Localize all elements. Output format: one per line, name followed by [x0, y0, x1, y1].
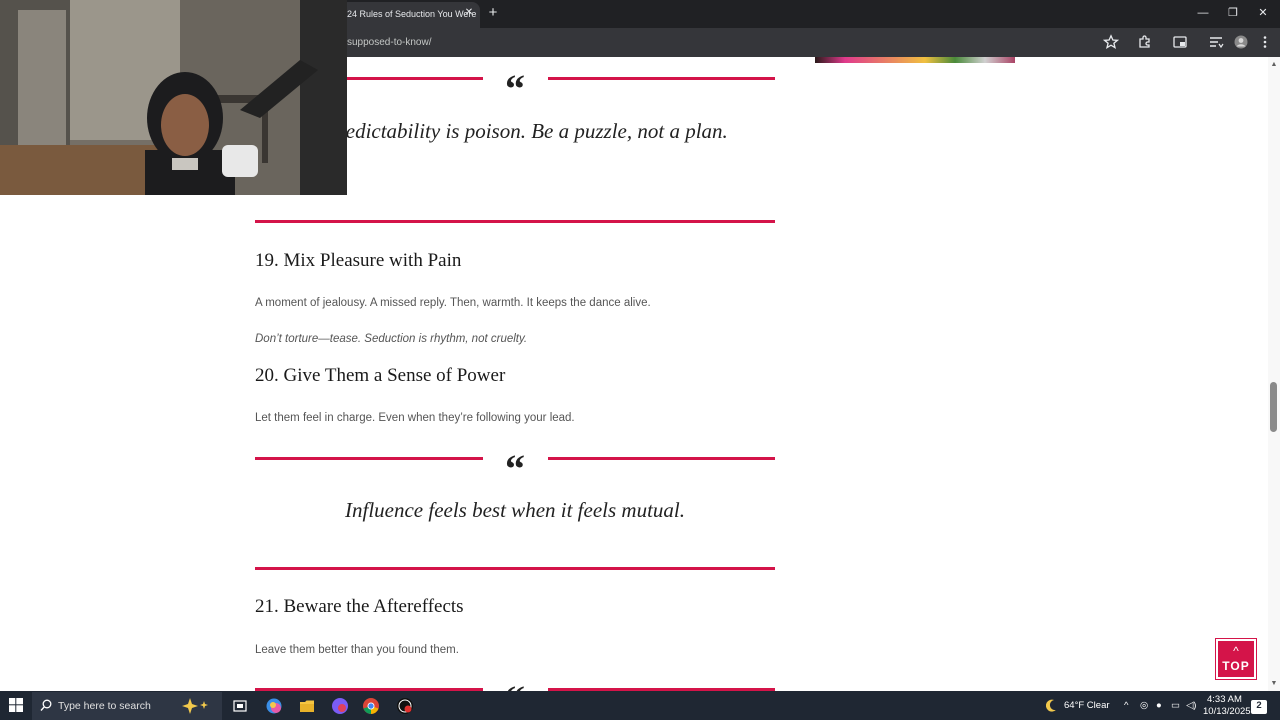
- obs-recording-icon[interactable]: [396, 697, 414, 715]
- new-tab-button[interactable]: +: [485, 5, 501, 21]
- profile-icon[interactable]: [1233, 34, 1249, 50]
- tray-expand-icon[interactable]: ^: [1124, 700, 1128, 712]
- star-icon[interactable]: [1102, 34, 1120, 50]
- scroll-up-icon[interactable]: ▲: [1268, 59, 1280, 71]
- copilot-app-icon[interactable]: [265, 697, 283, 715]
- microphone-icon[interactable]: ●: [1156, 700, 1162, 712]
- file-explorer-icon[interactable]: [298, 697, 316, 715]
- pull-quote: Influence feels best when it feels mutua…: [345, 498, 685, 522]
- quote-divider-right: [548, 77, 775, 80]
- restore-window-button[interactable]: ❐: [1223, 4, 1243, 22]
- volume-icon[interactable]: ◁): [1186, 700, 1196, 712]
- paragraph-italic: Don’t torture—tease. Seduction is rhythm…: [255, 333, 528, 345]
- extensions-icon[interactable]: [1137, 34, 1153, 50]
- cast-icon[interactable]: [1172, 34, 1188, 50]
- scrollbar-thumb[interactable]: [1270, 382, 1277, 432]
- section-heading: 19. Mix Pleasure with Pain: [255, 250, 462, 271]
- chevron-up-icon: ^: [1233, 644, 1239, 658]
- minimize-window-button[interactable]: —: [1193, 4, 1213, 22]
- browser-tab[interactable]: 24 Rules of Seduction You Were: [340, 2, 480, 28]
- quote-icon: “: [495, 680, 535, 692]
- clock-time[interactable]: 4:33 AM: [1207, 694, 1242, 706]
- quote-icon: “: [505, 66, 525, 111]
- ad-banner[interactable]: [815, 57, 1015, 63]
- taskbar-search-placeholder: Type here to search: [58, 700, 151, 712]
- paragraph: Let them feel in charge. Even when they’…: [255, 412, 575, 424]
- paragraph: Leave them better than you found them.: [255, 644, 459, 656]
- weather-text[interactable]: 64°F Clear: [1064, 700, 1110, 712]
- windows-start-icon[interactable]: [9, 698, 23, 712]
- quote-divider-bottom: [255, 567, 775, 570]
- chrome-icon[interactable]: [362, 697, 380, 715]
- section-heading: 20. Give Them a Sense of Power: [255, 365, 506, 386]
- copilot-sparkle-icon[interactable]: [180, 697, 208, 715]
- quote-divider-left: [255, 457, 483, 460]
- quote-divider-bottom: [255, 220, 775, 223]
- address-bar[interactable]: supposed-to-know/: [347, 36, 432, 50]
- pull-quote: Unpredictability is poison. Be a puzzle,…: [302, 119, 728, 143]
- close-tab-icon[interactable]: ✕: [463, 6, 475, 20]
- scroll-down-icon[interactable]: ▼: [1268, 678, 1280, 690]
- close-window-button[interactable]: ✕: [1253, 4, 1273, 22]
- back-to-top-label: TOP: [1222, 659, 1250, 673]
- reading-list-icon[interactable]: [1208, 34, 1224, 50]
- notification-badge[interactable]: 2: [1251, 700, 1267, 714]
- webcam-overlay: [0, 0, 347, 195]
- menu-icon[interactable]: [1257, 34, 1273, 50]
- onedrive-icon[interactable]: ◎: [1140, 700, 1148, 712]
- quote-divider-right: [548, 457, 775, 460]
- task-view-icon[interactable]: [231, 697, 249, 715]
- messenger-app-icon[interactable]: [331, 697, 349, 715]
- paragraph: A moment of jealousy. A missed reply. Th…: [255, 297, 651, 309]
- scrollbar-track[interactable]: [1268, 57, 1280, 691]
- network-icon[interactable]: ▭: [1171, 700, 1180, 712]
- quote-icon: “: [505, 446, 525, 491]
- section-heading: 21. Beware the Aftereffects: [255, 596, 464, 617]
- back-to-top-button[interactable]: ^ TOP: [1215, 638, 1257, 680]
- weather-moon-icon[interactable]: [1043, 697, 1061, 715]
- clock-date[interactable]: 10/13/2025: [1203, 706, 1251, 718]
- search-icon: [40, 699, 52, 713]
